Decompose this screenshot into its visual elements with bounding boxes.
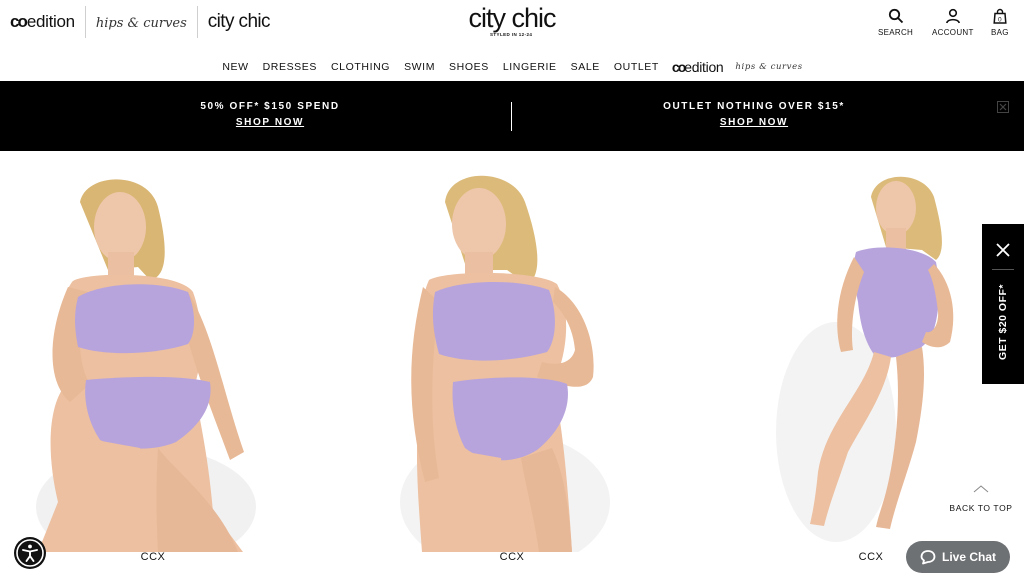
- bag-button[interactable]: 0 BAG: [991, 8, 1009, 37]
- back-to-top-label: BACK TO TOP: [949, 503, 1013, 513]
- main-nav: NEW DRESSES CLOTHING SWIM SHOES LINGERIE…: [0, 56, 1024, 78]
- search-button[interactable]: SEARCH: [878, 8, 913, 37]
- nav-item-coedition[interactable]: coedition: [666, 59, 730, 75]
- account-label: ACCOUNT: [932, 28, 974, 37]
- back-to-top-button[interactable]: BACK TO TOP: [943, 484, 1019, 516]
- side-tab-label[interactable]: GET $20 OFF*: [997, 284, 1009, 360]
- promo-close-icon[interactable]: [997, 101, 1009, 113]
- promo-banner: 50% OFF* $150 SPEND SHOP NOW OUTLET NOTH…: [0, 81, 1024, 151]
- account-icon: [945, 8, 960, 24]
- promo-left-title: 50% OFF* $150 SPEND: [200, 101, 340, 112]
- bag-icon: 0: [993, 8, 1007, 24]
- accessibility-icon: [16, 539, 44, 567]
- nav-item-shoes[interactable]: SHOES: [442, 61, 496, 73]
- coedition-mark: co: [10, 12, 28, 31]
- close-icon[interactable]: [995, 242, 1011, 258]
- promo-left-shop-now-link[interactable]: SHOP NOW: [236, 117, 304, 128]
- chat-bubble-icon: [920, 550, 936, 565]
- nav-item-hips-curves[interactable]: hips & curves: [729, 62, 808, 72]
- discount-side-tab[interactable]: GET $20 OFF*: [982, 224, 1024, 384]
- bag-label: BAG: [991, 28, 1009, 37]
- nav-item-swim[interactable]: SWIM: [397, 61, 442, 73]
- account-button[interactable]: ACCOUNT: [932, 8, 974, 37]
- brand-link-hips-curves[interactable]: hips & curves: [86, 6, 198, 38]
- coedition-wordmark: edition: [26, 12, 75, 31]
- promo-right-title: OUTLET NOTHING OVER $15*: [663, 101, 845, 112]
- product-image[interactable]: [8, 152, 298, 552]
- nav-coedition-mark: co: [671, 59, 686, 75]
- page: co edition hips & curves city chic city c…: [0, 0, 1024, 573]
- brand-link-coedition[interactable]: co edition: [8, 6, 86, 38]
- search-label: SEARCH: [878, 28, 914, 37]
- product-brand[interactable]: CCX: [367, 551, 657, 563]
- chevron-up-icon: [973, 485, 989, 493]
- nav-item-new[interactable]: NEW: [215, 61, 255, 73]
- nav-item-lingerie[interactable]: LINGERIE: [496, 61, 564, 73]
- product-brand[interactable]: CCX: [8, 551, 298, 563]
- search-icon: [888, 8, 903, 24]
- promo-divider: [511, 102, 512, 131]
- bag-count: 0: [998, 16, 1002, 23]
- logo-tagline: STYLED IN 12-24: [490, 32, 533, 37]
- logo-wordmark: city chic: [468, 3, 556, 33]
- live-chat-label: Live Chat: [941, 550, 996, 564]
- nav-item-sale[interactable]: SALE: [564, 61, 607, 73]
- promo-right: OUTLET NOTHING OVER $15* SHOP NOW: [544, 101, 964, 130]
- nav-item-dresses[interactable]: DRESSES: [256, 61, 324, 73]
- promo-right-shop-now-link[interactable]: SHOP NOW: [720, 117, 788, 128]
- promo-left: 50% OFF* $150 SPEND SHOP NOW: [60, 101, 480, 130]
- live-chat-button[interactable]: Live Chat: [906, 541, 1010, 573]
- nav-coedition-wordmark: edition: [684, 59, 724, 75]
- nav-item-clothing[interactable]: CLOTHING: [324, 61, 397, 73]
- side-tab-divider: [992, 269, 1014, 270]
- nav-item-outlet[interactable]: OUTLET: [607, 61, 666, 73]
- brand-link-city-chic[interactable]: city chic: [198, 6, 280, 38]
- accessibility-button[interactable]: [14, 537, 46, 569]
- product-image[interactable]: [367, 152, 657, 552]
- brand-switcher: co edition hips & curves city chic: [8, 6, 280, 38]
- site-logo[interactable]: city chic STYLED IN 12-24: [446, 3, 578, 38]
- site-header: co edition hips & curves city chic city c…: [0, 0, 1024, 50]
